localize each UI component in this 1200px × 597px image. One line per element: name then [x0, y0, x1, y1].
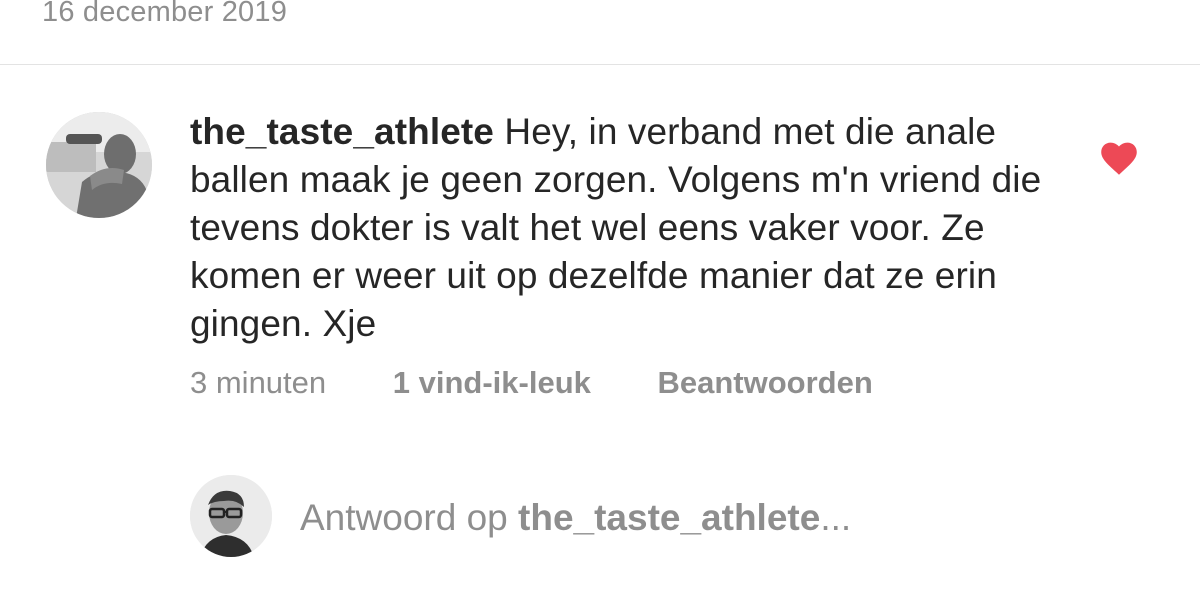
heart-icon — [1101, 142, 1137, 175]
comment-likes-link[interactable]: 1 vind-ik-leuk — [393, 362, 591, 404]
comment-time: 3 minuten — [190, 365, 327, 400]
comment-body: the_taste_athlete Hey, in verband met di… — [190, 108, 1070, 348]
divider — [0, 64, 1200, 65]
reply-input-ellipsis: ... — [820, 497, 852, 538]
reply-input-prefix: Antwoord op — [300, 497, 519, 538]
comment-meta: 3 minuten 1 vind-ik-leuk Beantwoorden — [190, 362, 873, 404]
current-user-avatar-image — [190, 475, 272, 557]
current-user-avatar — [190, 475, 272, 557]
reply-button[interactable]: Beantwoorden — [658, 362, 873, 404]
reply-input-mention: the_taste_athlete — [518, 497, 821, 538]
comment-username[interactable]: the_taste_athlete — [190, 111, 494, 152]
like-heart-icon[interactable] — [1100, 142, 1138, 176]
post-date: 16 december 2019 — [42, 0, 288, 28]
commenter-avatar[interactable] — [46, 112, 152, 218]
commenter-avatar-image — [46, 112, 152, 218]
reply-input[interactable]: Antwoord op the_taste_athlete... — [300, 494, 851, 542]
